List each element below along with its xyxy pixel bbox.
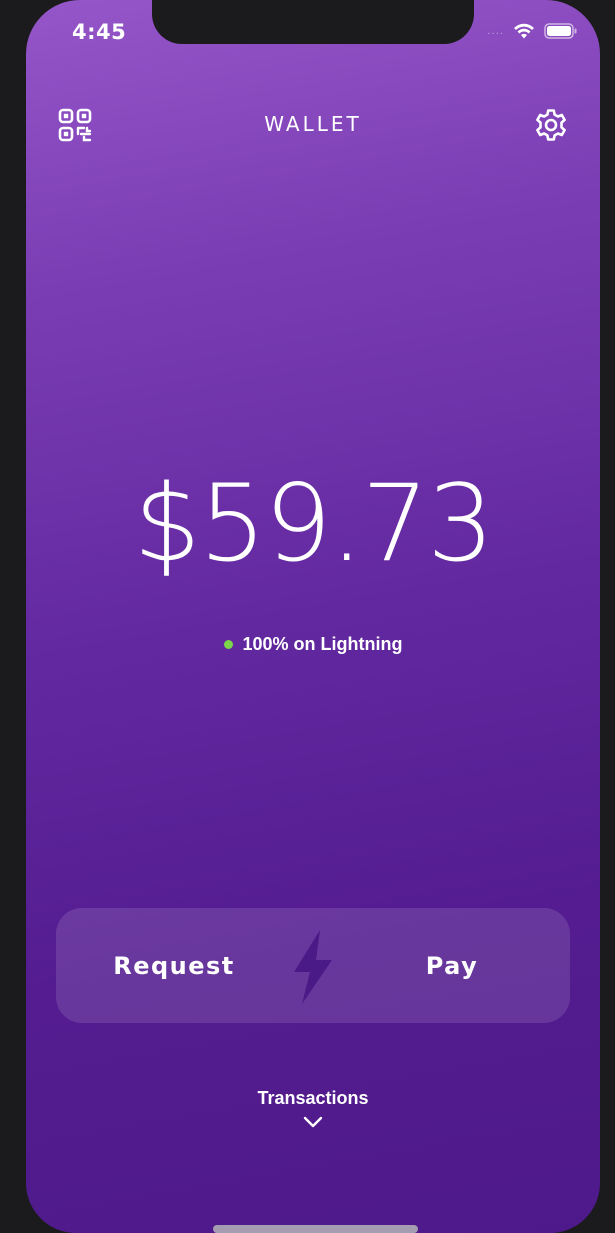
device-frame: 4:45 .... WALLET $59.73 100% on Lightnin… — [0, 0, 615, 1233]
lightning-bolt-icon — [294, 930, 332, 1004]
balance-amount: $59.73 — [133, 462, 495, 585]
status-dot — [223, 640, 233, 649]
pay-button[interactable]: Pay — [334, 908, 570, 1023]
action-bar: Request Pay — [56, 908, 570, 1023]
status-time: 4:45 — [72, 20, 127, 44]
signal-indicator: .... — [487, 25, 504, 37]
status-icons: .... — [487, 22, 578, 40]
settings-button[interactable] — [532, 106, 570, 144]
gear-icon — [536, 109, 566, 141]
device-notch — [152, 0, 474, 44]
page-title: WALLET — [264, 112, 362, 136]
transactions-toggle[interactable]: Transactions — [26, 1088, 600, 1129]
wallet-screen: 4:45 .... WALLET $59.73 100% on Lightnin… — [26, 0, 600, 1233]
channel-status-text: 100% on Lightning — [242, 634, 403, 654]
battery-icon — [544, 23, 577, 39]
home-indicator[interactable] — [213, 1225, 418, 1233]
wifi-icon — [514, 23, 534, 39]
transactions-label: Transactions — [257, 1088, 369, 1108]
channel-status: 100% on Lightning — [26, 634, 600, 655]
chevron-down-icon — [303, 1116, 323, 1128]
request-button[interactable]: Request — [56, 908, 292, 1023]
